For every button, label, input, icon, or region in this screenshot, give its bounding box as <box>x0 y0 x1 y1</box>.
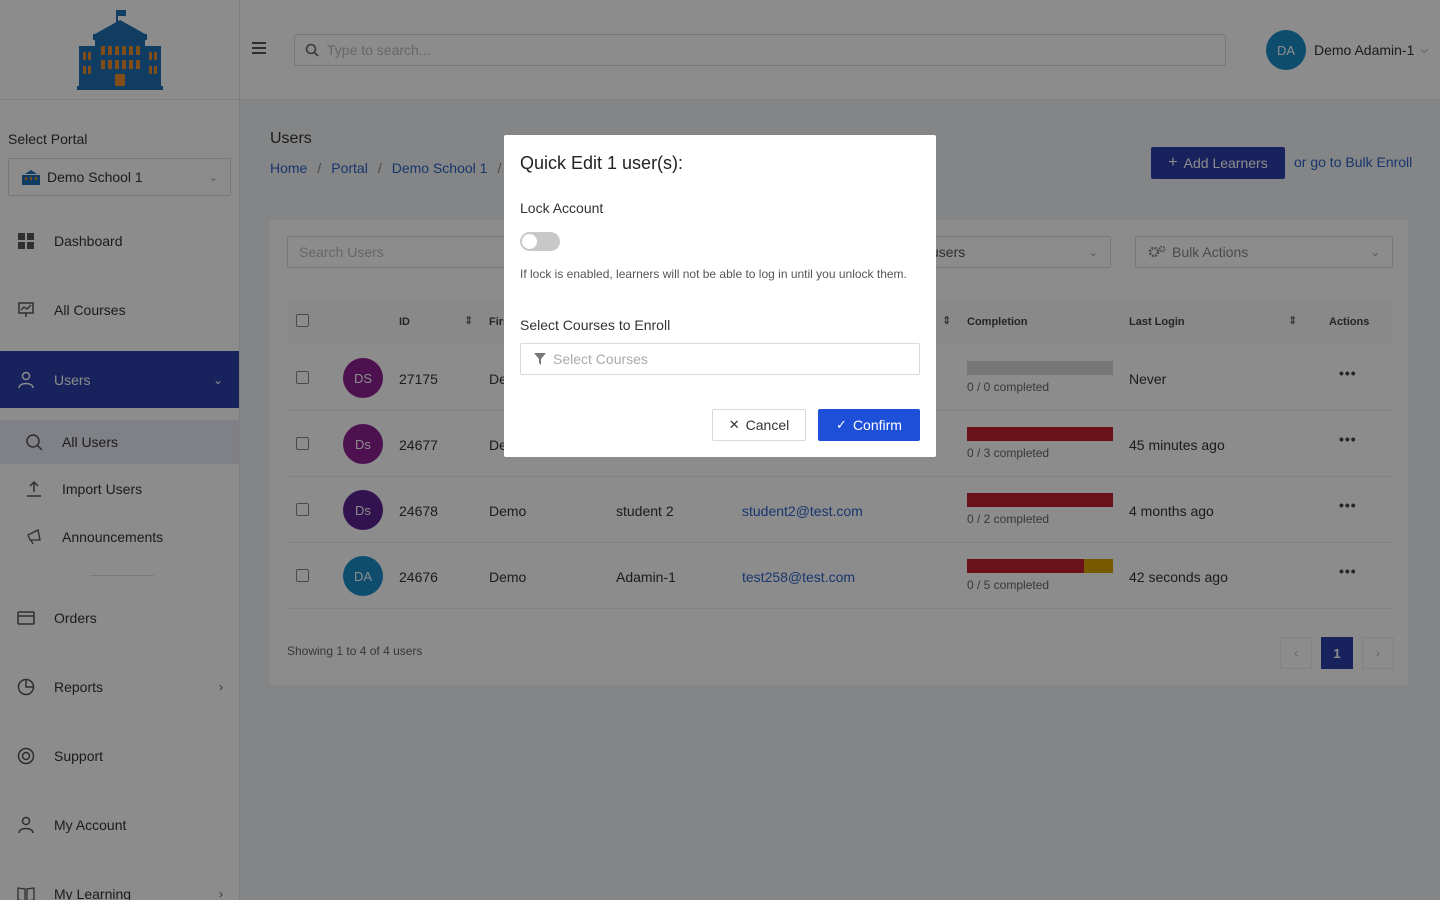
filter-icon <box>534 353 546 365</box>
confirm-button[interactable]: ✓ Confirm <box>818 409 920 441</box>
confirm-label: Confirm <box>852 417 902 433</box>
toggle-knob <box>522 234 537 249</box>
select-courses-input[interactable]: Select Courses <box>520 343 920 375</box>
check-icon: ✓ <box>836 417 847 432</box>
select-courses-label: Select Courses to Enroll <box>520 317 671 333</box>
modal-title: Quick Edit 1 user(s): <box>520 153 684 173</box>
lock-account-help: If lock is enabled, learners will not be… <box>520 267 907 281</box>
cancel-button[interactable]: ✕ Cancel <box>712 409 806 441</box>
lock-account-label: Lock Account <box>520 200 604 216</box>
close-icon: ✕ <box>728 417 740 432</box>
lock-account-toggle[interactable] <box>520 232 560 251</box>
select-courses-placeholder: Select Courses <box>553 351 648 367</box>
cancel-label: Cancel <box>745 417 790 433</box>
quick-edit-modal: Quick Edit 1 user(s): Lock Account If lo… <box>504 135 936 457</box>
